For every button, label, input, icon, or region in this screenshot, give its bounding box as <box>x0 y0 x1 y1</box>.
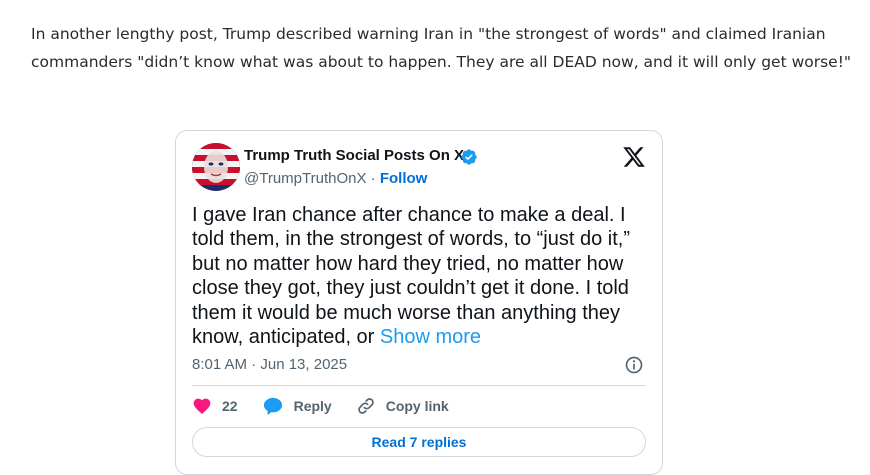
reply-bubble-icon <box>263 397 282 416</box>
show-more-link[interactable]: Show more <box>380 326 481 348</box>
info-icon[interactable] <box>624 355 644 375</box>
tweet-handle-line: @TrumpTruthOnX · Follow <box>244 170 427 187</box>
article-paragraph: In another lengthy post, Trump described… <box>31 25 852 71</box>
x-logo-icon[interactable] <box>622 145 646 169</box>
reply-button[interactable]: Reply <box>262 396 332 416</box>
like-button[interactable]: 22 <box>192 396 238 416</box>
tweet-divider <box>192 385 646 386</box>
verified-badge-icon <box>461 149 477 165</box>
handle-separator: · <box>366 170 380 187</box>
reply-label: Reply <box>293 398 332 414</box>
tweet-timestamp[interactable]: 8:01 AM · Jun 13, 2025 <box>192 356 347 373</box>
tweet-text: I gave Iran chance after chance to make … <box>192 203 652 349</box>
follow-link[interactable]: Follow <box>380 170 428 187</box>
embedded-tweet-card[interactable]: Trump Truth Social Posts On X @TrumpTrut… <box>175 130 663 475</box>
copy-link-button[interactable]: Copy link <box>356 396 449 416</box>
like-count: 22 <box>222 398 238 414</box>
tweet-author-name[interactable]: Trump Truth Social Posts On X <box>244 147 464 164</box>
tweet-actions: 22 Reply Copy link <box>192 395 473 417</box>
heart-icon <box>193 398 211 414</box>
read-replies-button[interactable]: Read 7 replies <box>192 427 646 457</box>
avatar[interactable] <box>192 143 240 191</box>
tweet-handle[interactable]: @TrumpTruthOnX <box>244 170 366 187</box>
copy-link-label: Copy link <box>385 398 449 414</box>
link-icon <box>357 398 374 414</box>
